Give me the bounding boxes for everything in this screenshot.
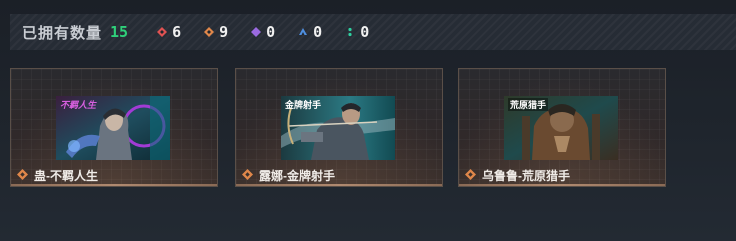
skin-card-image: 荒原猎手 bbox=[504, 96, 618, 160]
rarity-blue-count: 0 bbox=[297, 23, 322, 41]
rarity-green-value: 0 bbox=[360, 23, 370, 41]
rarity-red-count: 6 bbox=[156, 23, 181, 41]
purple-diamond-icon bbox=[250, 26, 262, 38]
orange-diamond-icon bbox=[242, 169, 254, 181]
card-bottom-accent bbox=[236, 184, 442, 186]
skin-image-tag: 金牌射手 bbox=[285, 100, 322, 110]
skin-image-tag: 不羁人生 bbox=[60, 100, 97, 110]
rarity-orange-count: 9 bbox=[203, 23, 228, 41]
skin-card-image: 金牌射手 bbox=[281, 96, 395, 160]
owned-count-label: 已拥有数量 bbox=[22, 24, 103, 42]
skin-card-name: 乌鲁鲁-荒原猎手 bbox=[482, 168, 570, 183]
blue-triangle-icon bbox=[297, 26, 309, 38]
card-bottom-accent bbox=[11, 184, 217, 186]
skin-card-list: 不羁人生 蛊-不羁人生 金牌射手 露娜-金牌射手 荒原猎手 乌鲁鲁-荒原猎手 bbox=[10, 68, 710, 188]
skin-card-name: 蛊-不羁人生 bbox=[34, 168, 98, 183]
rarity-red-value: 6 bbox=[172, 23, 182, 41]
skin-card-footer: 露娜-金牌射手 bbox=[236, 164, 442, 186]
rarity-purple-value: 0 bbox=[266, 23, 276, 41]
orange-diamond-icon bbox=[17, 169, 29, 181]
rarity-orange-value: 9 bbox=[219, 23, 229, 41]
rarity-green-count: 0 bbox=[344, 23, 369, 41]
rarity-blue-value: 0 bbox=[313, 23, 323, 41]
skin-card-image: 不羁人生 bbox=[56, 96, 170, 160]
card-bottom-accent bbox=[459, 184, 665, 186]
skin-card-gu[interactable]: 不羁人生 蛊-不羁人生 bbox=[10, 68, 218, 187]
rarity-purple-count: 0 bbox=[250, 23, 275, 41]
skin-card-footer: 乌鲁鲁-荒原猎手 bbox=[459, 164, 665, 186]
skin-card-wululu[interactable]: 荒原猎手 乌鲁鲁-荒原猎手 bbox=[458, 68, 666, 187]
owned-total-count: 15 bbox=[110, 23, 129, 41]
skin-card-footer: 蛊-不羁人生 bbox=[11, 164, 217, 186]
orange-diamond-icon bbox=[465, 169, 477, 181]
owned-stats-bar: 已拥有数量 15 6 9 0 0 0 bbox=[10, 14, 736, 50]
red-diamond-icon bbox=[156, 26, 168, 38]
green-dots-icon bbox=[344, 26, 356, 38]
orange-diamond-icon bbox=[203, 26, 215, 38]
skin-image-tag: 荒原猎手 bbox=[508, 98, 549, 111]
skin-card-name: 露娜-金牌射手 bbox=[259, 168, 335, 183]
skin-card-luna[interactable]: 金牌射手 露娜-金牌射手 bbox=[235, 68, 443, 187]
